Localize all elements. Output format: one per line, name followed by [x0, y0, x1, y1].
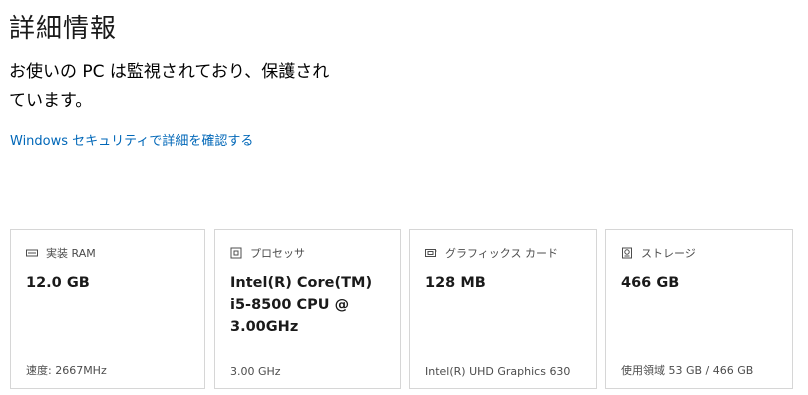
storage-card-header: ストレージ [621, 245, 696, 261]
processor-speed: 3.00 GHz [230, 365, 281, 378]
storage-card: ストレージ 466 GB 使用領域 53 GB / 466 GB [605, 229, 793, 389]
processor-card-header: プロセッサ [230, 245, 305, 261]
ram-card: 実装 RAM 12.0 GB 速度: 2667MHz [10, 229, 205, 389]
processor-card: プロセッサ Intel(R) Core(TM) i5-8500 CPU @ 3.… [214, 229, 401, 389]
ram-value: 12.0 GB [26, 275, 90, 291]
ram-speed: 速度: 2667MHz [26, 364, 107, 377]
memory-icon [26, 247, 38, 259]
graphics-card-header: グラフィックス カード [425, 245, 558, 261]
page-title: 詳細情報 [9, 14, 118, 44]
storage-icon [621, 247, 633, 259]
processor-label: プロセッサ [250, 247, 305, 260]
storage-value: 466 GB [621, 275, 680, 291]
processor-value: Intel(R) Core(TM) i5-8500 CPU @ 3.00GHz [230, 275, 373, 335]
protection-status-text: お使いの PC は監視されており、保護されています。 [9, 62, 330, 111]
ram-card-header: 実装 RAM [26, 245, 96, 261]
ram-label: 実装 RAM [46, 247, 96, 260]
processor-icon [230, 247, 242, 259]
graphics-card: グラフィックス カード 128 MB Intel(R) UHD Graphics… [409, 229, 597, 389]
graphics-label: グラフィックス カード [445, 247, 558, 260]
storage-label: ストレージ [641, 247, 696, 260]
storage-usage: 使用領域 53 GB / 466 GB [621, 364, 754, 377]
graphics-memory-value: 128 MB [425, 275, 486, 291]
security-details-link[interactable]: Windows セキュリティで詳細を確認する [10, 130, 253, 149]
graphics-adapter-name: Intel(R) UHD Graphics 630 [425, 365, 571, 378]
graphics-card-icon [425, 247, 437, 259]
